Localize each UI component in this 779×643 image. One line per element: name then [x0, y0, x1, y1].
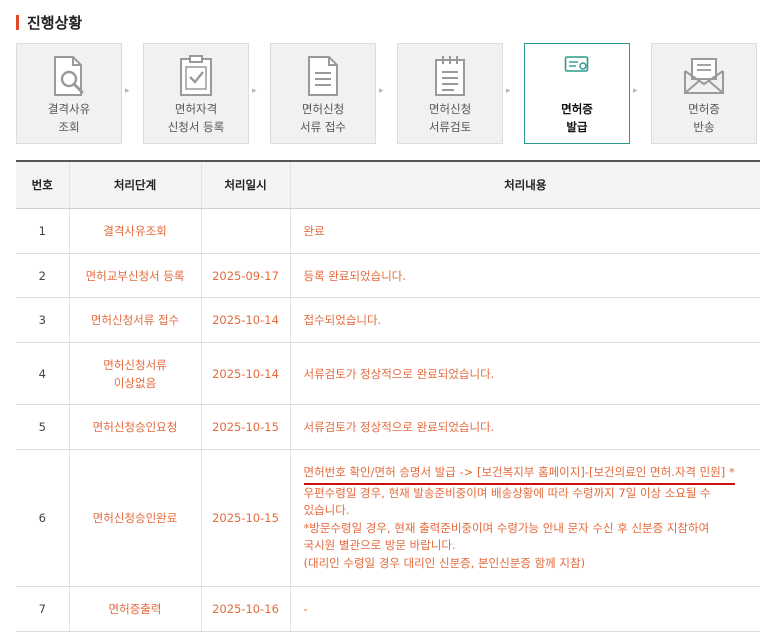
row-stage-line1: 면허신청서류	[103, 357, 167, 372]
page-title: 진행상황	[27, 13, 83, 32]
row-date	[200, 208, 290, 254]
step-arrow-icon: ▸	[633, 86, 638, 96]
row-date: 2025-10-15	[200, 404, 290, 450]
clipboard-check-icon	[144, 54, 248, 98]
step-label-line1: 면허자격	[174, 102, 218, 116]
table-header-row: 번호 처리단계 처리일시 처리내용	[16, 160, 760, 209]
row-stage: 면허신청승인요청	[68, 404, 201, 450]
license-verification-link[interactable]: 면허번호 확인/면허 승명서 발급 -> [보건복지부 홈페이지]-[보건의료인…	[303, 464, 735, 485]
row-content: 면허번호 확인/면허 승명서 발급 -> [보건복지부 홈페이지]-[보건의료인…	[289, 449, 760, 587]
detail-line: *방문수령일 경우, 현재 출력준비중이며 수령가능 안내 문자 수신 후 신분…	[303, 520, 710, 535]
row-date: 2025-10-15	[200, 449, 290, 587]
table-row: 6 면허신청승인완료 2025-10-15 면허번호 확인/면허 승명서 발급 …	[16, 449, 760, 587]
header-content: 처리내용	[289, 160, 760, 209]
envelope-icon	[652, 54, 756, 98]
row-content: 접수되었습니다.	[289, 297, 760, 343]
row-date: 2025-10-14	[200, 342, 290, 405]
license-card-icon	[525, 52, 629, 78]
step-label-line2: 발급	[566, 120, 588, 134]
row-date: 2025-09-17	[200, 253, 290, 298]
row-stage: 면허신청승인완료	[68, 449, 201, 587]
step-label-line1: 면허신청	[301, 102, 345, 116]
row-date: 2025-10-16	[200, 586, 290, 632]
detail-line: 국시원 별관으로 방문 바랍니다.	[303, 538, 456, 552]
row-number: 6	[16, 449, 69, 587]
step-label-line1: 면허증	[688, 102, 720, 116]
row-stage: 면허교부신청서 등록	[68, 253, 201, 298]
row-content: 완료	[289, 208, 760, 254]
step-label-line1: 면허증	[561, 102, 593, 116]
step-application-registration: 면허자격신청서 등록	[143, 43, 249, 144]
table-row: 7 면허증출력 2025-10-16 -	[16, 586, 760, 632]
row-number: 3	[16, 297, 69, 343]
step-label-line2: 반송	[693, 120, 715, 134]
row-number: 4	[16, 342, 69, 405]
search-document-icon	[17, 54, 121, 98]
step-label-line2: 서류검토	[428, 120, 472, 134]
row-content: -	[289, 586, 760, 632]
row-number: 7	[16, 586, 69, 632]
title-accent-bar	[16, 14, 19, 30]
table-row: 5 면허신청승인요청 2025-10-15 서류검토가 정상적으로 완료되었습니…	[16, 404, 760, 450]
row-stage: 면허증출력	[68, 586, 201, 632]
row-content: 등록 완료되었습니다.	[289, 253, 760, 298]
header-number: 번호	[16, 160, 69, 209]
row-stage-line2: 이상없음	[113, 375, 157, 390]
step-label-line2: 서류 접수	[300, 120, 346, 134]
step-label-line1: 결격사유	[47, 102, 91, 116]
table-row: 4 면허신청서류이상없음 2025-10-14 서류검토가 정상적으로 완료되었…	[16, 342, 760, 405]
document-icon	[271, 54, 375, 98]
step-document-review: 면허신청서류검토	[397, 43, 503, 144]
step-label-line2: 조회	[58, 120, 80, 134]
row-number: 5	[16, 404, 69, 450]
detail-line: 우편수령일 경우, 현재 발송준비중이며 배송상황에 따라 수령까지 7일 이상…	[303, 485, 711, 500]
header-date: 처리일시	[200, 160, 290, 209]
step-arrow-icon: ▸	[506, 86, 511, 96]
row-content: 서류검토가 정상적으로 완료되었습니다.	[289, 342, 760, 405]
row-content: 서류검토가 정상적으로 완료되었습니다.	[289, 404, 760, 450]
step-license-return: 면허증반송	[651, 43, 757, 144]
step-label-line1: 면허신청	[428, 102, 472, 116]
row-number: 2	[16, 253, 69, 298]
detail-line: 있습니다.	[303, 503, 350, 517]
table-row: 3 면허신청서류 접수 2025-10-14 접수되었습니다.	[16, 297, 760, 343]
history-table: 번호 처리단계 처리일시 처리내용 1 결격사유조회 완료 2 면허교부신청서 …	[16, 160, 760, 632]
section-header: 진행상황	[16, 12, 82, 32]
step-document-receipt: 면허신청서류 접수	[270, 43, 376, 144]
table-row: 1 결격사유조회 완료	[16, 208, 760, 254]
step-arrow-icon: ▸	[125, 86, 130, 96]
row-number: 1	[16, 208, 69, 254]
step-label-line2: 신청서 등록	[167, 120, 225, 134]
notepad-icon	[398, 54, 502, 98]
detail-line: (대리인 수령일 경우 대리인 신분증, 본인신분증 함께 지참)	[303, 555, 586, 570]
row-stage: 면허신청서류 접수	[68, 297, 201, 343]
step-arrow-icon: ▸	[379, 86, 384, 96]
step-arrow-icon: ▸	[252, 86, 257, 96]
progress-steps: 결격사유 조회 ▸ 면허자격 신청서 등록 ▸ 면허신청 서류 접수 ▸ 면허신…	[16, 43, 760, 144]
step-license-issue: 면허증발급	[524, 43, 630, 144]
step-disqualification-check: 결격사유조회	[16, 43, 122, 144]
row-date: 2025-10-14	[200, 297, 290, 343]
table-row: 2 면허교부신청서 등록 2025-09-17 등록 완료되었습니다.	[16, 253, 760, 298]
row-stage: 면허신청서류이상없음	[68, 342, 201, 405]
header-stage: 처리단계	[68, 160, 201, 209]
row-stage: 결격사유조회	[68, 208, 201, 254]
